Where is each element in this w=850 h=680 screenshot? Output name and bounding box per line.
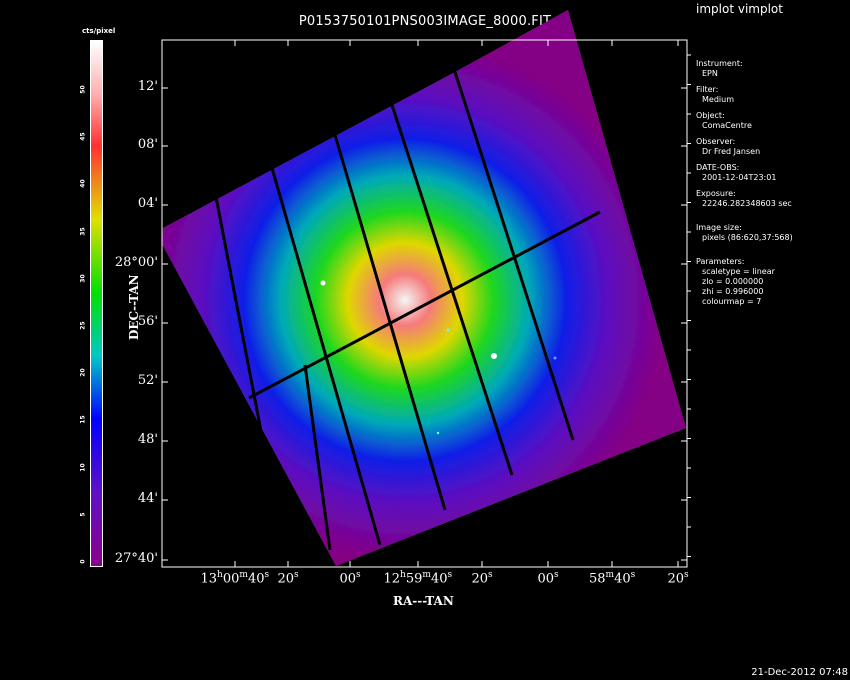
x-tick-label-2: 00s bbox=[339, 570, 361, 587]
y-tick-label-7: 44' bbox=[137, 491, 158, 506]
info-key-4: DATE-OBS: bbox=[696, 163, 740, 172]
y-tick-label-2: 04' bbox=[137, 196, 158, 211]
info-value-3-0: Dr Fred Jansen bbox=[702, 147, 761, 156]
info-key-5: Exposure: bbox=[696, 189, 736, 198]
info-value-7-1: zlo = 0.000000 bbox=[702, 277, 764, 286]
info-key-0: Instrument: bbox=[696, 59, 743, 68]
info-value-7-2: zhi = 0.996000 bbox=[702, 287, 764, 296]
y-tick-label-0: 12' bbox=[137, 79, 158, 94]
x-tick-label-0: 13h00m40s bbox=[200, 570, 270, 587]
x-tick-label-3: 12h59m40s bbox=[383, 570, 453, 587]
info-value-5-0: 22246.282348603 sec bbox=[702, 199, 792, 208]
info-value-1-0: Medium bbox=[702, 95, 734, 104]
info-key-1: Filter: bbox=[696, 85, 719, 94]
info-value-4-0: 2001-12-04T23:01 bbox=[702, 173, 777, 182]
y-tick-label-5: 52' bbox=[137, 373, 158, 388]
info-panel: Instrument: EPN Filter: Medium Object: ComaCe… bbox=[696, 59, 793, 307]
timestamp: 21-Dec-2012 07:48 bbox=[751, 667, 848, 678]
y-tick-label-3: 28°00' bbox=[114, 255, 158, 270]
info-key-2: Object: bbox=[696, 111, 725, 120]
x-tick-label-6: 58m40s bbox=[589, 570, 636, 587]
x-tick-label-5: 00s bbox=[537, 570, 559, 587]
info-key-3: Observer: bbox=[696, 137, 736, 146]
info-value-0-0: EPN bbox=[702, 69, 718, 78]
y-tick-label-6: 48' bbox=[137, 432, 158, 447]
x-tick-label-4: 20s bbox=[471, 570, 493, 587]
info-value-2-0: ComaCentre bbox=[702, 121, 752, 130]
x-axis-label: RA---TAN bbox=[393, 594, 454, 608]
info-value-7-3: colourmap = 7 bbox=[702, 297, 762, 306]
detector-footprint bbox=[162, 10, 686, 566]
x-tick-label-7: 20s bbox=[667, 570, 689, 587]
x-tick-label-1: 20s bbox=[277, 570, 299, 587]
info-value-6-0: pixels (86:620,37:568) bbox=[702, 233, 793, 242]
info-key-7: Parameters: bbox=[696, 257, 745, 266]
info-key-6: Image size: bbox=[696, 223, 742, 232]
info-value-7-0: scaletype = linear bbox=[702, 267, 775, 276]
y-tick-label-8: 27°40' bbox=[114, 551, 158, 566]
y-tick-label-1: 08' bbox=[137, 137, 158, 152]
y-axis-label: DEC--TAN bbox=[127, 274, 141, 340]
